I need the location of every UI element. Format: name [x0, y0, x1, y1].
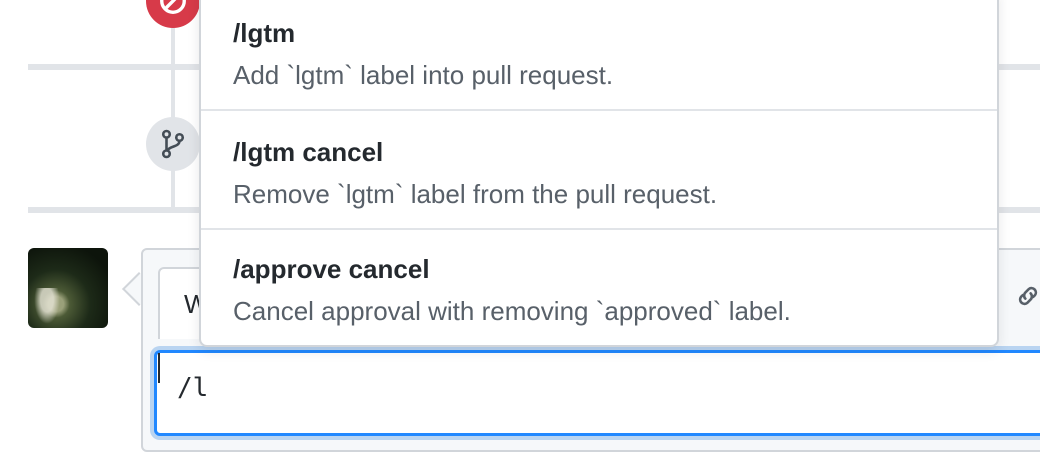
- comment-textarea[interactable]: /l: [154, 350, 1040, 436]
- text-caret: [158, 353, 160, 383]
- suggestion-item-lgtm-cancel[interactable]: /lgtm cancel Remove `lgtm` label from th…: [201, 109, 997, 228]
- suggestion-description: Cancel approval with removing `approved`…: [233, 296, 791, 326]
- suggestion-command: /approve cancel: [233, 254, 430, 284]
- avatar[interactable]: [28, 248, 108, 328]
- closed-event-badge: [146, 0, 200, 28]
- suggestion-command: /lgtm: [233, 18, 296, 48]
- branch-event-badge: [146, 117, 200, 171]
- comment-input-value: /l: [177, 373, 209, 403]
- suggestion-item-approve-cancel[interactable]: /approve cancel Cancel approval with rem…: [201, 228, 997, 347]
- link-icon[interactable]: [1014, 282, 1040, 310]
- suggestion-description: Add `lgtm` label into pull request.: [233, 60, 614, 90]
- avatar-figure: [32, 288, 62, 328]
- timeline-connector: [171, 170, 175, 208]
- slash-command-suggester: /lgtm Add `lgtm` label into pull request…: [199, 0, 999, 347]
- circle-slash-icon: [160, 0, 186, 14]
- suggestion-item-lgtm[interactable]: /lgtm Add `lgtm` label into pull request…: [201, 0, 997, 109]
- git-branch-icon: [161, 129, 185, 159]
- suggestion-command: /lgtm cancel: [233, 137, 384, 167]
- suggestion-description: Remove `lgtm` label from the pull reques…: [233, 179, 718, 209]
- timeline-connector: [171, 68, 175, 120]
